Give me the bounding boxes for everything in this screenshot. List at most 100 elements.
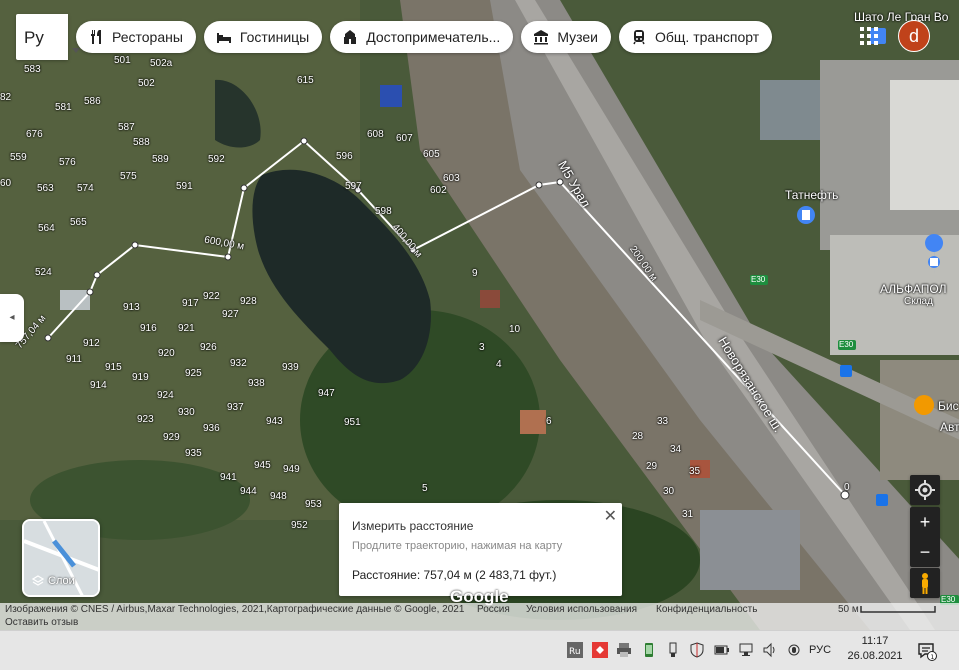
close-icon[interactable]: ✕ (604, 506, 617, 526)
layers-label-wrap: Слои (32, 575, 75, 587)
house-number: 563 (37, 183, 54, 194)
poi-label-tatneft[interactable]: Татнефть (785, 188, 838, 202)
search-box[interactable]: Ру (16, 14, 80, 60)
chip-transit[interactable]: Общ. транспорт (619, 21, 773, 53)
house-number: 921 (178, 323, 195, 334)
e30-label: E30 (751, 275, 766, 284)
house-number: 937 (227, 402, 244, 413)
zoom-out-button[interactable]: − (910, 537, 940, 567)
house-number: 6 (546, 416, 552, 427)
house-number: 949 (283, 464, 300, 475)
bus-stop-icon-2 (876, 494, 888, 506)
house-number: 10 (509, 324, 521, 335)
house-number: 581 (55, 102, 72, 113)
house-number: 947 (318, 388, 335, 399)
notifications-icon[interactable]: 1 (917, 641, 937, 661)
place-label-chateau[interactable]: Шато Ле Гран Во (854, 10, 948, 24)
apps-grid-icon[interactable] (860, 27, 878, 45)
zoom-in-button[interactable]: + (910, 507, 940, 537)
house-number: 944 (240, 486, 257, 497)
input-language[interactable]: РУС (809, 644, 831, 656)
house-number: 923 (137, 414, 154, 425)
clock-time: 11:17 (861, 635, 889, 647)
house-number: 29 (646, 461, 658, 472)
chip-hotels[interactable]: Гостиницы (203, 21, 323, 53)
house-number: 917 (182, 298, 199, 309)
chip-hotels-label: Гостиницы (239, 29, 310, 45)
poi-label-sklad: Склад (904, 296, 933, 307)
layers-icon (32, 575, 44, 586)
system-clock[interactable]: 11:17 26.08.2021 (845, 634, 905, 664)
country-link[interactable]: Россия (477, 604, 510, 615)
house-number: 3 (479, 342, 485, 353)
house-number: 588 (133, 137, 150, 148)
chip-attractions-label: Достопримечатель... (366, 29, 501, 45)
ru-icon[interactable]: Ru (567, 642, 583, 658)
mic-icon[interactable] (786, 642, 802, 658)
volume-icon[interactable] (762, 642, 778, 658)
measure-card-hint: Продлите траекторию, нажимая на карту (352, 540, 563, 552)
shield-icon[interactable] (689, 642, 705, 658)
scale-label[interactable]: 50 м (838, 604, 859, 615)
clock-date: 26.08.2021 (847, 650, 903, 662)
collapse-side-panel-button[interactable]: ◂ (0, 294, 24, 342)
poi-label-bis[interactable]: Бис (938, 399, 959, 413)
house-number: 576 (59, 157, 76, 168)
zoom-control: + − (910, 507, 940, 567)
house-number: 938 (248, 378, 265, 389)
house-number: 920 (158, 348, 175, 359)
phone-icon[interactable] (641, 642, 657, 658)
house-number: 945 (254, 460, 271, 471)
privacy-link[interactable]: Конфиденциальность (656, 604, 757, 615)
terms-link[interactable]: Условия использования (526, 604, 637, 615)
chip-attractions[interactable]: Достопримечатель... (330, 21, 514, 53)
house-number: 5 (422, 483, 428, 494)
house-number: 501 (114, 55, 131, 66)
house-number: 912 (83, 338, 100, 349)
chip-transit-label: Общ. транспорт (655, 29, 760, 45)
street-view-pegman[interactable] (910, 568, 940, 598)
house-number: 583 (24, 64, 41, 75)
chip-restaurants[interactable]: Рестораны (76, 21, 196, 53)
house-number: 596 (336, 151, 353, 162)
map-footer: Изображения © CNES / Airbus,Maxar Techno… (0, 603, 959, 617)
museum-icon (534, 30, 549, 45)
feedback-link[interactable]: Оставить отзыв (0, 617, 959, 630)
house-number: 615 (297, 75, 314, 86)
notif-count: 1 (930, 653, 934, 661)
fork-knife-icon (91, 30, 101, 44)
svg-text:Ru: Ru (569, 647, 581, 657)
house-number: 943 (266, 416, 283, 427)
house-number: 587 (118, 122, 135, 133)
house-number: 591 (176, 181, 193, 192)
house-number: 602 (430, 185, 447, 196)
poi-label-alfapol[interactable]: АЛЬФАПОЛ (880, 282, 946, 296)
security-icon[interactable] (592, 642, 608, 658)
house-number: 676 (26, 129, 43, 140)
chip-museums[interactable]: Музеи (521, 21, 611, 53)
house-number: 925 (185, 368, 202, 379)
house-number: 916 (140, 323, 157, 334)
transit-icon (633, 30, 645, 45)
house-number: 31 (682, 509, 694, 520)
house-number: 915 (105, 362, 122, 373)
bus-stop-icon (840, 365, 852, 377)
house-number: 935 (185, 448, 202, 459)
house-number: 28 (632, 431, 644, 442)
network-icon[interactable] (738, 642, 754, 658)
house-number: 565 (70, 217, 87, 228)
house-number: 948 (270, 491, 287, 502)
my-location-button[interactable] (910, 475, 940, 505)
search-input[interactable]: Ру (24, 28, 44, 48)
printer-icon[interactable] (616, 642, 632, 658)
house-number: 502а (150, 58, 173, 69)
account-avatar[interactable]: d (898, 20, 930, 52)
house-number: 605 (423, 149, 440, 160)
bed-icon (216, 33, 231, 43)
house-number: 35 (689, 466, 701, 477)
battery-icon[interactable] (714, 642, 730, 658)
house-number: 82 (0, 92, 12, 103)
layers-button[interactable]: Слои (22, 519, 100, 597)
house-number: 930 (178, 407, 195, 418)
usb-icon[interactable] (665, 642, 681, 658)
